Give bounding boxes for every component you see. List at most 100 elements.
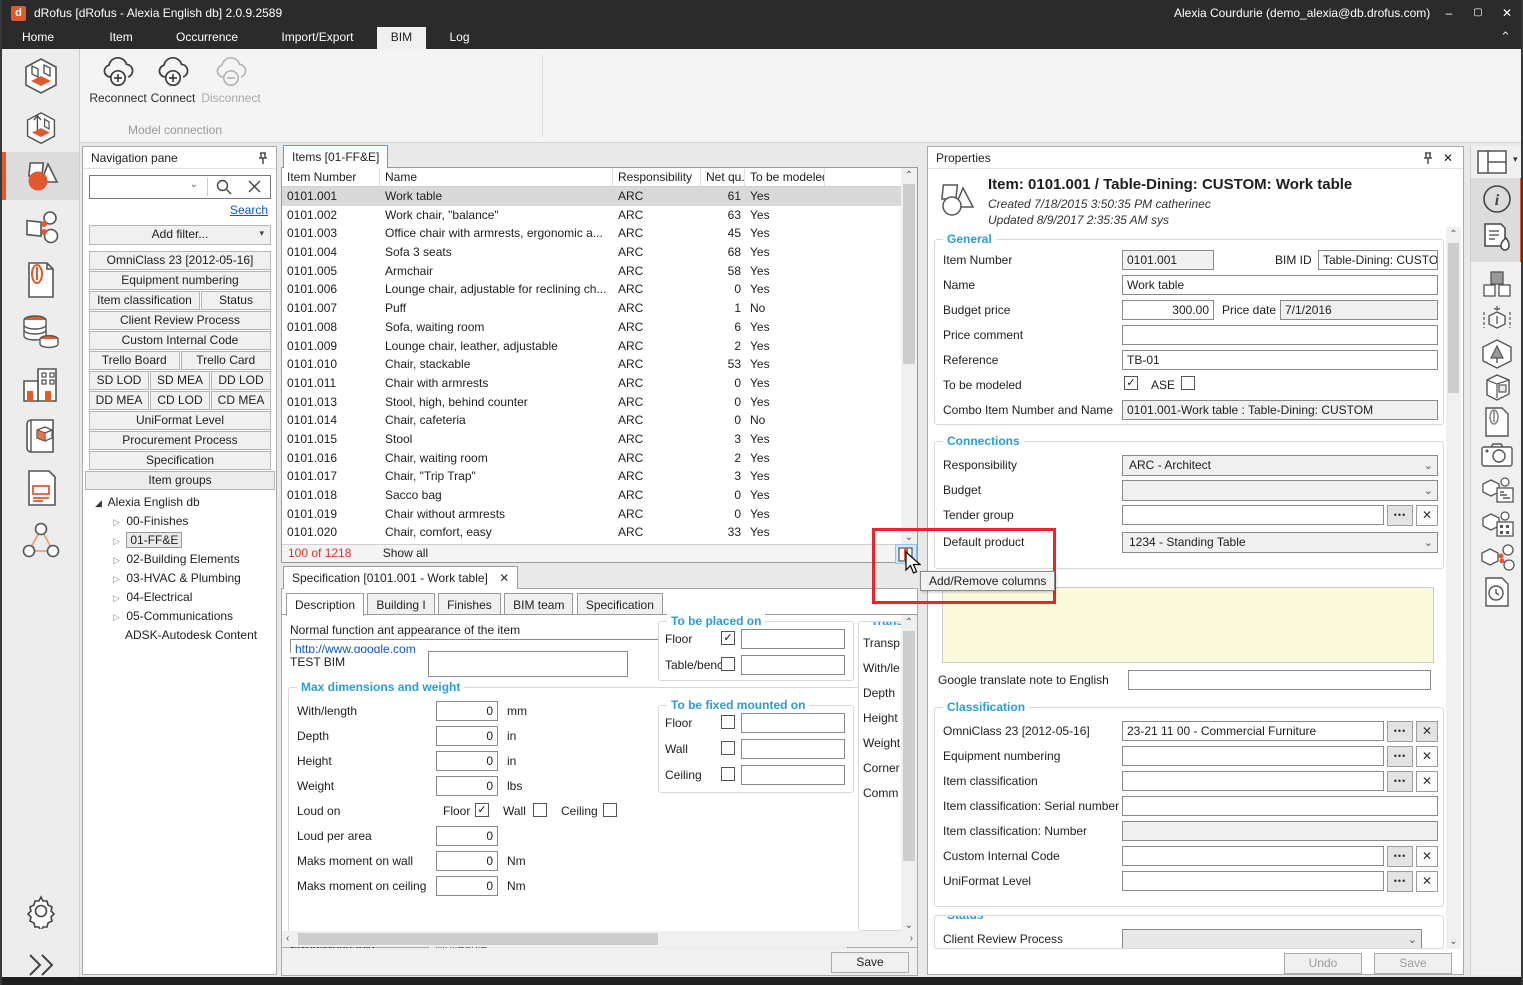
test-bim-field[interactable] <box>428 651 628 677</box>
specification-document-tab[interactable]: Specification [0101.001 - Work table] ✕ <box>283 566 518 589</box>
tab-home[interactable]: Home <box>8 27 68 49</box>
scroll-down-icon[interactable]: ⌄ <box>901 532 917 543</box>
expander-icon[interactable]: ▷ <box>113 555 123 566</box>
column-header-responsibility[interactable]: Responsibility <box>613 168 701 186</box>
filter-trello-card[interactable]: Trello Card <box>181 351 272 370</box>
cube-grid-tool[interactable] <box>1481 510 1515 540</box>
filter-cd-mea[interactable]: CD MEA <box>211 391 271 410</box>
filter-custom-internal-code[interactable]: Custom Internal Code <box>89 331 271 350</box>
expander-icon[interactable]: ▷ <box>113 593 123 604</box>
scroll-down-icon[interactable]: ⌄ <box>901 920 917 931</box>
item-classification-field[interactable] <box>1122 771 1384 791</box>
tender-group-field[interactable] <box>1122 505 1384 525</box>
collapse-ribbon-icon[interactable]: ⌃ <box>1500 29 1511 45</box>
tree-item-adsk[interactable]: ADSK-Autodesk Content <box>125 628 257 642</box>
scrollbar-thumb[interactable] <box>903 631 915 861</box>
filter-specification[interactable]: Specification <box>89 451 271 470</box>
price-comment-field[interactable] <box>1122 325 1438 345</box>
chevron-down-icon[interactable]: ⌄ <box>190 179 198 190</box>
pin-icon[interactable] <box>1423 152 1433 165</box>
scroll-up-icon[interactable]: ⌃ <box>1446 229 1461 240</box>
table-row[interactable]: 0101.003 Office chair with armrests, erg… <box>282 224 901 243</box>
tree-item-04-electrical[interactable]: ▷ 04-Electrical <box>113 590 192 604</box>
cube-network-tool[interactable] <box>1481 544 1515 572</box>
placed-floor-field[interactable] <box>741 629 845 649</box>
spec-doc-tab[interactable] <box>1481 222 1513 254</box>
uniformat-browse-button[interactable]: ••• <box>1387 871 1413 892</box>
items-vertical-scrollbar[interactable]: ⌃ ⌄ <box>901 168 917 545</box>
sidebar-item-buildings[interactable] <box>2 360 79 408</box>
table-row[interactable]: 0101.008 Sofa, waiting room ARC 6 Yes <box>282 318 901 337</box>
bim-id-field[interactable]: Table-Dining: CUSTOM <box>1318 250 1438 270</box>
table-row[interactable]: 0101.018 Sacco bag ARC 0 Yes <box>282 486 901 505</box>
spec-vertical-scrollbar[interactable]: ⌃ ⌄ <box>901 615 917 933</box>
weight-field[interactable]: 0 <box>436 776 498 796</box>
tree-item-00-finishes[interactable]: ▷ 00-Finishes <box>113 514 188 528</box>
loud-per-area-field[interactable]: 0 <box>436 826 498 846</box>
client-review-dropdown[interactable]: ⌄ <box>1122 929 1422 949</box>
tab-description[interactable]: Description <box>286 593 364 616</box>
sidebar-item-items[interactable] <box>2 152 79 200</box>
sidebar-item-reports[interactable] <box>2 464 79 512</box>
depth-field[interactable]: 0 <box>436 726 498 746</box>
filter-trello-board[interactable]: Trello Board <box>89 351 180 370</box>
tab-occurrence[interactable]: Occurrence <box>162 27 252 49</box>
spec-horizontal-scrollbar[interactable]: ‹ › <box>282 931 917 947</box>
filter-equipment-numbering[interactable]: Equipment numbering <box>89 271 271 290</box>
filter-omniclass[interactable]: OmniClass 23 [2012-05-16] <box>89 251 271 270</box>
scroll-up-icon[interactable]: ⌃ <box>901 617 917 628</box>
filter-uniformat-level[interactable]: UniFormat Level <box>89 411 271 430</box>
item-groups-header[interactable]: Item groups <box>85 471 275 490</box>
add-filter-dropdown[interactable]: Add filter... ▾ <box>89 225 271 245</box>
table-row[interactable]: 0101.014 Chair, cafeteria ARC 0 No <box>282 411 901 430</box>
table-row[interactable]: 0101.017 Chair, "Trip Trap" ARC 3 Yes <box>282 467 901 486</box>
close-panel-icon[interactable]: ✕ <box>1443 147 1453 169</box>
serial-number-field[interactable] <box>1122 796 1438 816</box>
custom-internal-code-field[interactable] <box>1122 846 1384 866</box>
tab-bim[interactable]: BIM <box>377 27 426 49</box>
expander-icon[interactable]: ▷ <box>113 517 123 528</box>
cube-hierarchy-tool[interactable] <box>1481 476 1515 506</box>
tab-log[interactable]: Log <box>435 27 483 49</box>
pin-icon[interactable] <box>258 152 268 165</box>
table-row[interactable]: 0101.002 Work chair, "balance" ARC 63 Ye… <box>282 206 901 225</box>
items-document-tab[interactable]: Items [01-FF&E] <box>283 145 388 168</box>
filter-dd-mea[interactable]: DD MEA <box>89 391 149 410</box>
close-button[interactable]: ✕ <box>1494 3 1520 23</box>
uniformat-clear-button[interactable]: ✕ <box>1416 871 1438 892</box>
google-translate-field[interactable] <box>1128 670 1431 690</box>
disconnect-button[interactable]: Disconnect <box>200 56 262 105</box>
clear-search-icon[interactable] <box>247 179 262 194</box>
column-header-net-qty[interactable]: Net qu... <box>701 168 745 186</box>
custom-code-clear-button[interactable]: ✕ <box>1416 846 1438 867</box>
height-field[interactable]: 0 <box>436 751 498 771</box>
sidebar-item-model[interactable] <box>2 53 79 101</box>
budget-price-field[interactable]: 300.00 <box>1122 300 1214 320</box>
tab-specification[interactable]: Specification <box>577 593 663 614</box>
expander-icon[interactable]: ▷ <box>113 536 123 547</box>
tab-building[interactable]: Building I <box>367 593 434 614</box>
mounted-floor-checkbox[interactable] <box>721 715 735 729</box>
with-length-field[interactable]: 0 <box>436 701 498 721</box>
scroll-right-icon[interactable]: › <box>910 933 913 944</box>
tender-clear-button[interactable]: ✕ <box>1416 505 1438 526</box>
item-classification-browse-button[interactable]: ••• <box>1387 771 1413 792</box>
tree-item-05-communications[interactable]: ▷ 05-Communications <box>113 609 233 623</box>
attachments-tool[interactable] <box>1483 406 1511 438</box>
mounted-ceiling-field[interactable] <box>741 765 845 785</box>
scrollbar-thumb[interactable] <box>1448 243 1459 393</box>
table-row[interactable]: 0101.016 Chair, waiting room ARC 2 Yes <box>282 449 901 468</box>
transform-tool[interactable] <box>1481 304 1513 336</box>
properties-scrollbar[interactable]: ⌃ ⌄ <box>1446 227 1461 949</box>
maks-ceiling-field[interactable]: 0 <box>436 876 498 896</box>
equipment-numbering-field[interactable] <box>1122 746 1384 766</box>
item-classification-clear-button[interactable]: ✕ <box>1416 771 1438 792</box>
omniclass-browse-button[interactable]: ••• <box>1387 721 1413 742</box>
placed-table-bench-field[interactable] <box>741 655 845 675</box>
minimize-button[interactable]: – <box>1436 3 1462 23</box>
sidebar-item-model-export[interactable] <box>2 105 79 153</box>
column-header-name[interactable]: Name <box>380 168 613 186</box>
table-row[interactable]: 0101.019 Chair without armrests ARC 0 Ye… <box>282 505 901 524</box>
tab-import-export[interactable]: Import/Export <box>267 27 367 49</box>
search-input[interactable]: ⌄ <box>89 175 271 199</box>
